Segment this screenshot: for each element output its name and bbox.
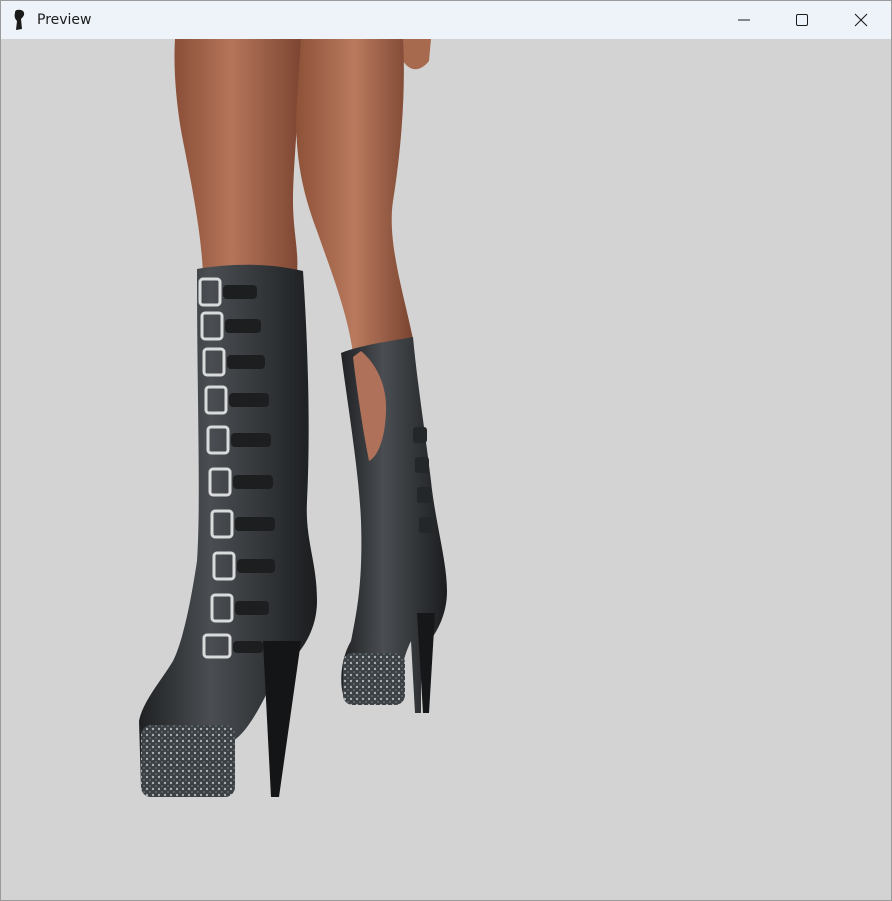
- minimize-icon: [738, 19, 750, 21]
- maximize-icon: [796, 14, 808, 26]
- close-button[interactable]: [832, 1, 890, 39]
- maximize-button[interactable]: [773, 1, 831, 39]
- window-title: Preview: [37, 12, 92, 28]
- preview-window: Preview: [0, 0, 892, 901]
- close-icon: [854, 13, 868, 27]
- 3d-model-render: [139, 39, 447, 797]
- minimize-button[interactable]: [715, 1, 773, 39]
- title-bar[interactable]: Preview: [1, 1, 891, 39]
- 3d-preview-viewport[interactable]: [1, 39, 891, 900]
- figure-silhouette-icon: [14, 9, 25, 30]
